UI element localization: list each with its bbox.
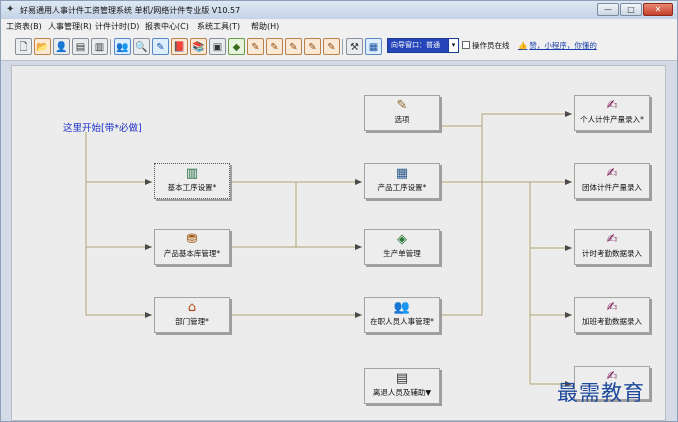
title-bar: ✦ 好易通用人事计件工资管理系统 单机/网络计件专业版 V10.57 — □ ✕ [1, 1, 677, 19]
book-icon[interactable]: 📕 [171, 38, 188, 55]
toolbar: 🗋 📂 👤 ▤ ▥ 👥 🔍 ✎ 📕 📚 ▣ ◆ ✎ ✎ ✎ ✎ ✎ ⚒ ▦ 向导… [1, 33, 677, 61]
node-hourly-attendance-label: 计时考勤数据录入 [582, 249, 642, 258]
node-resigned-staff[interactable]: ▤ 离退人员及辅助▼ [364, 368, 440, 404]
edit-record-icon-5[interactable]: ✎ [323, 38, 340, 55]
node-product-base-label: 产品基本库管理* [163, 249, 221, 258]
node-department-label: 部门管理* [175, 317, 209, 326]
guide-window-select[interactable]: 向导窗口：普通 ▾ [387, 38, 459, 53]
menu-item-hr[interactable]: 人事管理(R) [48, 21, 92, 32]
camera-icon[interactable]: ▣ [209, 38, 226, 55]
house-icon: ⌂ [187, 300, 197, 315]
flow-workspace: 这里开始[带*必做] ✎ 选项 ✍ 个人计件产量录入* ▥ 基本工序设置* ▦ … [11, 65, 666, 421]
card-icon[interactable]: ▤ [72, 38, 89, 55]
node-personal-piece[interactable]: ✍ 个人计件产量录入* [574, 95, 650, 131]
operator-online-checkbox[interactable] [462, 41, 470, 49]
node-overtime-attendance-label: 加班考勤数据录入 [582, 317, 642, 326]
node-production-order-label: 生产单管理 [383, 249, 421, 258]
edit-record-icon: ✍ [606, 300, 618, 315]
document-icon: ▤ [395, 371, 409, 386]
diamond-icon[interactable]: ◆ [228, 38, 245, 55]
close-button[interactable]: ✕ [643, 3, 673, 16]
flow-start-label: 这里开始[带*必做] [63, 123, 142, 134]
node-options[interactable]: ✎ 选项 [364, 95, 440, 131]
books-icon[interactable]: 📚 [190, 38, 207, 55]
binder-icon[interactable]: ▥ [91, 38, 108, 55]
thumbs-up-icon: 👍 [518, 41, 528, 50]
people-icon[interactable]: 👥 [114, 38, 131, 55]
node-resigned-staff-label: 离退人员及辅助▼ [372, 388, 432, 397]
menu-item-reports[interactable]: 报表中心(C) [145, 21, 189, 32]
menu-item-salary[interactable]: 工资表(B) [6, 21, 42, 32]
node-personal-piece-label: 个人计件产量录入* [580, 115, 644, 124]
guide-window-value: 向导窗口：普通 [391, 41, 440, 49]
user-icon[interactable]: 👤 [53, 38, 70, 55]
node-department[interactable]: ⌂ 部门管理* [154, 297, 230, 333]
toolbar-separator [342, 39, 343, 55]
node-team-piece-label: 团体计件产量录入 [582, 183, 642, 192]
menu-bar: 工资表(B) 人事管理(R) 计件计时(D) 报表中心(C) 系统工具(T) 帮… [1, 19, 677, 33]
node-production-order[interactable]: ◈ 生产单管理 [364, 229, 440, 265]
product-process-icon: ▦ [395, 166, 409, 181]
minimize-button[interactable]: — [597, 3, 619, 16]
report-icon[interactable]: ▦ [365, 38, 382, 55]
menu-item-piecework[interactable]: 计件计时(D) [95, 21, 139, 32]
chevron-down-icon[interactable]: ▾ [448, 39, 458, 52]
open-folder-icon[interactable]: 📂 [34, 38, 51, 55]
node-overtime-attendance[interactable]: ✍ 加班考勤数据录入 [574, 297, 650, 333]
menu-item-tools[interactable]: 系统工具(T) [197, 21, 240, 32]
menu-item-help[interactable]: 帮助(H) [251, 21, 279, 32]
node-product-process-label: 产品工序设置* [377, 183, 427, 192]
edit-list-icon[interactable]: ✎ [152, 38, 169, 55]
node-staff-hr[interactable]: 👥 在职人员人事管理* [364, 297, 440, 333]
operator-online-label: 操作员在线 [472, 41, 510, 50]
node-team-piece[interactable]: ✍ 团体计件产量录入 [574, 163, 650, 199]
edit-record-icon-2[interactable]: ✎ [266, 38, 283, 55]
people-icon: 👥 [393, 300, 411, 315]
window-title: 好易通用人事计件工资管理系统 单机/网络计件专业版 V10.57 [20, 6, 241, 15]
app-logo-icon: ✦ [6, 4, 15, 15]
search-person-icon[interactable]: 🔍 [133, 38, 150, 55]
edit-record-icon: ✍ [606, 166, 618, 181]
database-icon: ⛃ [186, 232, 198, 247]
edit-record-icon: ✍ [606, 232, 618, 247]
mini-program-link[interactable]: 👍 赞，小程序，你懂的 [518, 40, 597, 51]
node-product-process[interactable]: ▦ 产品工序设置* [364, 163, 440, 199]
node-staff-hr-label: 在职人员人事管理* [370, 317, 434, 326]
edit-record-icon-3[interactable]: ✎ [285, 38, 302, 55]
edit-record-icon-1[interactable]: ✎ [247, 38, 264, 55]
wrench-icon: ✎ [396, 98, 408, 113]
process-book-icon: ▥ [185, 166, 199, 181]
node-product-base[interactable]: ⛃ 产品基本库管理* [154, 229, 230, 265]
node-options-label: 选项 [394, 115, 410, 124]
toolbar-separator [110, 39, 111, 55]
watermark-text: 最需教育 [557, 381, 645, 405]
tools-icon[interactable]: ⚒ [346, 38, 363, 55]
new-file-icon[interactable]: 🗋 [15, 38, 32, 55]
mini-program-link-text: 赞，小程序，你懂的 [529, 41, 597, 50]
node-basic-process[interactable]: ▥ 基本工序设置* [154, 163, 230, 199]
node-basic-process-label: 基本工序设置* [167, 183, 217, 192]
app-window: ✦ 好易通用人事计件工资管理系统 单机/网络计件专业版 V10.57 — □ ✕… [0, 0, 678, 422]
production-order-icon: ◈ [397, 232, 407, 247]
edit-record-icon-4[interactable]: ✎ [304, 38, 321, 55]
maximize-button[interactable]: □ [620, 3, 642, 16]
node-hourly-attendance[interactable]: ✍ 计时考勤数据录入 [574, 229, 650, 265]
edit-record-icon: ✍ [606, 98, 618, 113]
